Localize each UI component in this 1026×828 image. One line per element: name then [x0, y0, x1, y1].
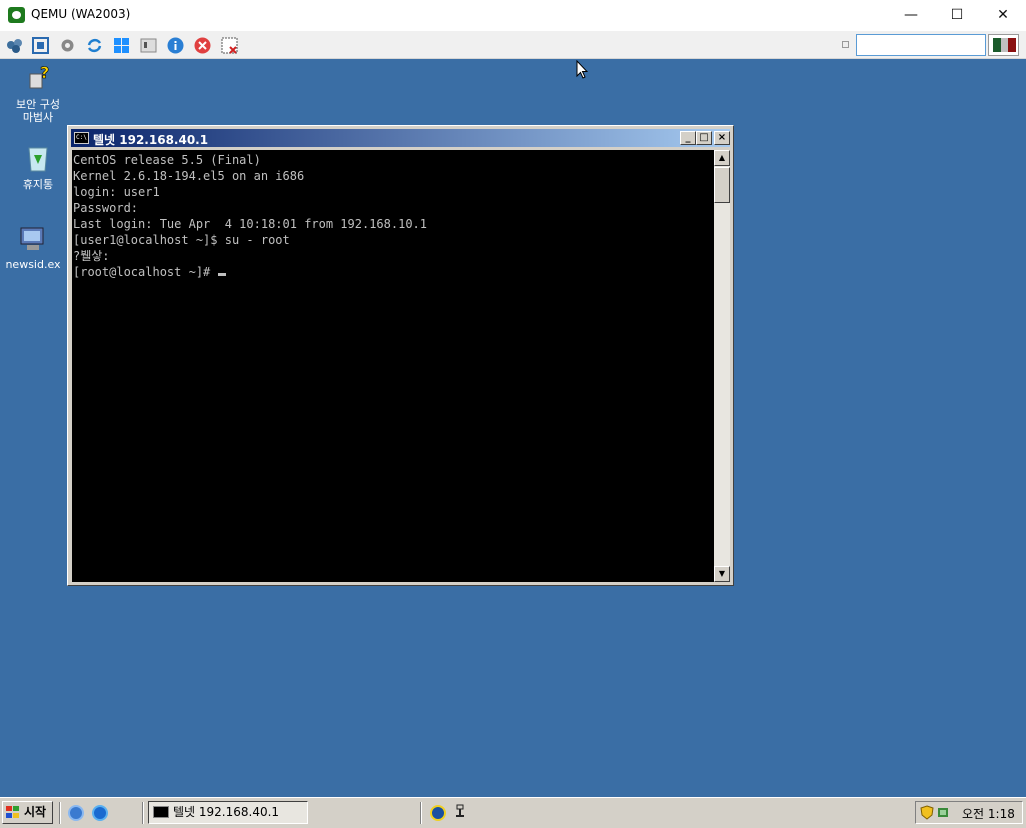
taskbar-separator — [420, 802, 422, 824]
terminal-line: ?뷀샇: — [73, 249, 110, 263]
terminal-cursor — [218, 273, 227, 276]
taskbar-task-label: 텔넷 192.168.40.1 — [173, 805, 280, 819]
gear-icon[interactable] — [59, 37, 76, 54]
telnet-close-button[interactable]: × — [714, 131, 730, 145]
security-wizard-icon: ? — [29, 63, 50, 89]
guest-desktop: ? 보안 구성 마법사 휴지통 newsid.ex C:\ 텔넷 192.168… — [0, 59, 1026, 797]
start-button[interactable]: 시작 — [2, 801, 53, 824]
terminal-line: [user1@localhost ~]$ su - root — [73, 233, 290, 247]
refresh-icon[interactable] — [86, 37, 103, 54]
internet-explorer-icon[interactable] — [92, 805, 108, 821]
stop-icon[interactable] — [194, 37, 211, 54]
color-swatch-button[interactable] — [988, 34, 1019, 56]
system-tray: 오전 1:18 — [915, 801, 1023, 824]
desktop-icon-label: newsid.ex — [5, 258, 61, 271]
telnet-titlebar[interactable]: C:\ 텔넷 192.168.40.1 _ □ × — [71, 129, 730, 147]
network-status-icon[interactable] — [936, 805, 950, 820]
toolbar-search-input[interactable] — [856, 34, 986, 56]
desktop-icon-label: 휴지통 — [22, 178, 54, 191]
mouse-cursor-icon — [576, 60, 588, 79]
settings-cube-icon[interactable] — [6, 37, 23, 54]
console-icon — [153, 806, 169, 818]
toolbar-checkbox[interactable] — [842, 41, 849, 48]
taskbar-clock: 오전 1:18 — [962, 807, 1015, 821]
console-icon: C:\ — [74, 132, 89, 144]
desktop-icon-label: 마법사 — [22, 111, 54, 124]
taskbar: 시작 텔넷 192.168.40.1 오전 1:18 — [0, 797, 1026, 828]
terminal-line: Last login: Tue Apr 4 10:18:01 from 192.… — [73, 217, 428, 231]
terminal-scrollbar[interactable]: ▲ ▼ — [714, 150, 730, 582]
telnet-maximize-button[interactable]: □ — [696, 131, 712, 145]
windows-icon[interactable] — [113, 37, 130, 54]
terminal-output[interactable]: CentOS release 5.5 (Final) Kernel 2.6.18… — [72, 150, 714, 582]
host-titlebar: QEMU (WA2003) — ☐ ✕ — [0, 0, 1026, 31]
desktop-icon-newsid[interactable]: newsid.ex — [0, 222, 66, 271]
start-label: 시작 — [24, 805, 47, 819]
telnet-minimize-button[interactable]: _ — [680, 131, 696, 145]
telnet-window-title: 텔넷 192.168.40.1 — [93, 133, 209, 147]
application-icon — [20, 227, 44, 250]
close-button[interactable]: ✕ — [980, 0, 1026, 31]
taskbar-telnet-button[interactable]: 텔넷 192.168.40.1 — [148, 801, 308, 824]
terminal-prompt-line: [root@localhost ~]# — [73, 264, 714, 280]
desktop-icon-recycle-bin[interactable]: 휴지통 — [5, 142, 71, 191]
taskbar-separator — [59, 802, 61, 824]
shield-icon[interactable] — [920, 805, 934, 820]
fullscreen-icon[interactable] — [32, 37, 49, 54]
globe-icon[interactable] — [430, 805, 446, 821]
minimize-button[interactable]: — — [888, 0, 934, 31]
recycle-bin-icon — [28, 147, 48, 172]
disk-icon[interactable] — [140, 37, 157, 54]
screenshot-icon[interactable] — [221, 37, 238, 54]
terminal-line: login: user1 — [73, 185, 160, 199]
desktop-show-icon[interactable] — [68, 805, 84, 821]
desktop-icon-security-wizard[interactable]: ? 보안 구성 마법사 — [5, 62, 71, 124]
terminal-line: Password: — [73, 201, 139, 215]
taskbar-separator — [142, 802, 144, 824]
host-toolbar — [0, 31, 1026, 59]
info-icon[interactable] — [167, 37, 184, 54]
scroll-thumb[interactable] — [714, 167, 730, 203]
qemu-app-icon — [8, 7, 25, 23]
terminal-line: CentOS release 5.5 (Final) — [73, 153, 261, 167]
terminal-line: Kernel 2.6.18-194.el5 on an i686 — [73, 169, 305, 183]
desktop-icon-label: 보안 구성 — [16, 98, 60, 111]
network-icon[interactable] — [455, 804, 465, 822]
scroll-down-button[interactable]: ▼ — [714, 566, 730, 582]
svg-text:?: ? — [40, 63, 49, 82]
windows-flag-icon — [6, 806, 21, 819]
scroll-up-button[interactable]: ▲ — [714, 150, 730, 166]
host-window-title: QEMU (WA2003) — [31, 7, 131, 21]
terminal-prompt: [root@localhost ~]# — [73, 265, 211, 279]
maximize-button[interactable]: ☐ — [934, 0, 980, 31]
telnet-window[interactable]: C:\ 텔넷 192.168.40.1 _ □ × CentOS release… — [67, 125, 734, 586]
